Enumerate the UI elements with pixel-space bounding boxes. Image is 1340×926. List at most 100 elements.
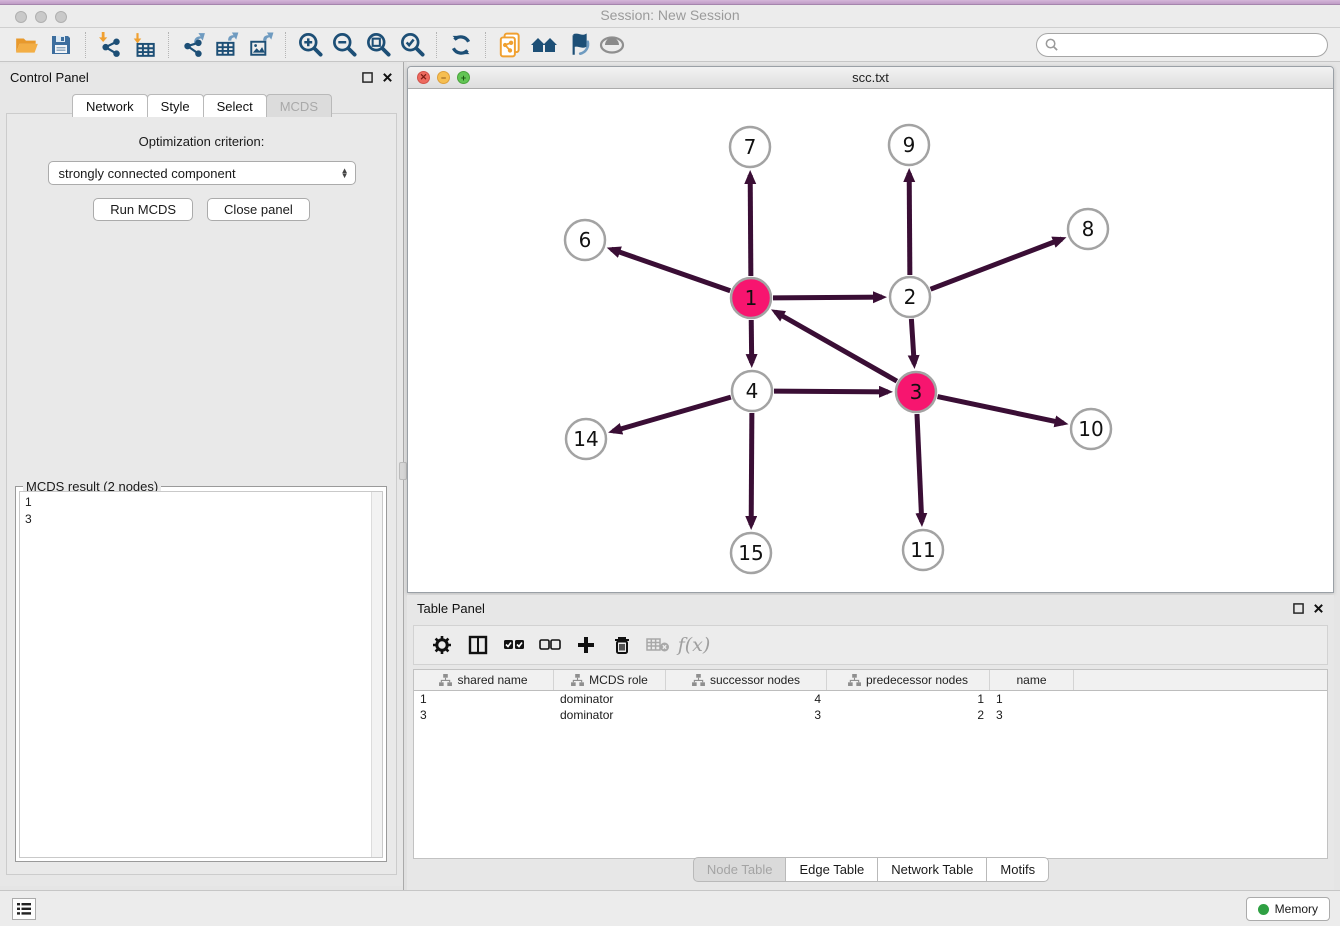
zoom-in-icon[interactable] [293,30,327,60]
search-field[interactable] [1036,33,1328,57]
cell-predecessor-nodes[interactable]: 2 [827,707,990,723]
edge-4-3[interactable] [774,391,888,392]
float-panel-icon[interactable] [361,71,373,83]
graph-node-label-8: 8 [1082,217,1095,241]
column-header-predecessor-nodes[interactable]: predecessor nodes [827,670,990,690]
graph-node-label-9: 9 [903,133,916,157]
edge-3-10[interactable] [938,397,1064,424]
task-history-button[interactable] [12,898,36,920]
edge-2-3[interactable] [911,319,914,364]
delete-table-icon[interactable] [642,629,674,661]
control-panel: Control Panel Network Style Select MCDS … [0,64,403,886]
import-network-icon[interactable] [93,30,127,60]
cell-name[interactable]: 1 [990,691,1074,707]
status-bar: Memory [0,890,1340,926]
cell-shared-name[interactable]: 1 [414,691,554,707]
optimization-criterion-select[interactable]: strongly connected component ▲▼ [48,161,356,185]
window-title: Session: New Session [0,7,1340,23]
export-network-icon[interactable] [176,30,210,60]
open-session-icon[interactable] [10,30,44,60]
edge-3-1[interactable] [775,312,897,381]
edge-2-8[interactable] [931,239,1062,289]
delete-column-icon[interactable] [606,629,638,661]
add-column-icon[interactable] [570,629,602,661]
close-panel-icon[interactable] [381,71,393,83]
edge-2-9[interactable] [909,173,910,275]
show-hide-eye-icon[interactable] [595,30,629,60]
node-table: shared name MCDS role successor nodes pr… [413,669,1328,859]
hide-panels-icon[interactable] [561,30,595,60]
tab-network-table[interactable]: Network Table [877,857,987,882]
graph-node-label-2: 2 [904,285,917,309]
export-table-icon[interactable] [210,30,244,60]
edge-4-15[interactable] [751,413,752,525]
network-graph[interactable]: 7968124314101511 [408,89,1333,592]
main-content: Control Panel Network Style Select MCDS … [0,62,1340,890]
table-panel-header: Table Panel [407,595,1334,621]
tab-select[interactable]: Select [203,94,267,117]
mcds-result-area[interactable]: 1 3 [19,491,383,858]
home-view-icon[interactable] [527,30,561,60]
search-input[interactable] [1059,35,1327,55]
column-header-successor-nodes[interactable]: successor nodes [666,670,827,690]
deselect-all-icon[interactable] [534,629,566,661]
toolbar-separator [168,32,169,58]
cell-mcds-role[interactable]: dominator [554,691,666,707]
toolbar-separator [485,32,486,58]
memory-label: Memory [1275,902,1318,916]
result-scrollbar[interactable] [371,492,382,857]
import-table-icon[interactable] [127,30,161,60]
zoom-selected-icon[interactable] [395,30,429,60]
table-toolbar: f(x) [413,625,1328,665]
export-image-icon[interactable] [244,30,278,60]
toolbar-separator [285,32,286,58]
splitter-handle[interactable] [399,462,407,480]
tab-style[interactable]: Style [147,94,204,117]
tab-motifs[interactable]: Motifs [986,857,1049,882]
edge-1-7[interactable] [750,175,751,276]
close-table-panel-icon[interactable] [1312,602,1324,614]
edge-1-6[interactable] [611,249,730,291]
tab-mcds[interactable]: MCDS [266,94,332,117]
control-panel-header: Control Panel [0,64,403,90]
edge-4-14[interactable] [613,397,731,431]
control-panel-title: Control Panel [10,70,89,85]
optimization-criterion-label: Optimization criterion: [7,134,396,149]
memory-button[interactable]: Memory [1246,897,1330,921]
select-all-icon[interactable] [498,629,530,661]
tab-edge-table[interactable]: Edge Table [785,857,878,882]
table-settings-gear-icon[interactable] [426,629,458,661]
zoom-out-icon[interactable] [327,30,361,60]
network-window-titlebar[interactable]: ✕ − + scc.txt [408,67,1333,89]
select-stepper-icon: ▲▼ [341,168,349,178]
graph-node-label-6: 6 [579,228,592,252]
save-session-icon[interactable] [44,30,78,60]
table-row[interactable]: 3 dominator 3 2 3 [414,707,1327,723]
run-mcds-button[interactable]: Run MCDS [93,198,193,221]
main-toolbar [0,28,1340,62]
cell-shared-name[interactable]: 3 [414,707,554,723]
refresh-icon[interactable] [444,30,478,60]
clone-network-icon[interactable] [493,30,527,60]
cell-successor-nodes[interactable]: 3 [666,707,827,723]
tab-network[interactable]: Network [72,94,148,117]
edge-3-11[interactable] [917,414,922,522]
edge-1-2[interactable] [773,297,882,298]
column-header-shared-name[interactable]: shared name [414,670,554,690]
column-layout-icon[interactable] [462,629,494,661]
float-table-panel-icon[interactable] [1292,602,1304,614]
table-row[interactable]: 1 dominator 4 1 1 [414,691,1327,707]
graph-node-label-11: 11 [910,538,935,562]
cell-mcds-role[interactable]: dominator [554,707,666,723]
zoom-fit-icon[interactable] [361,30,395,60]
function-builder-icon[interactable]: f(x) [678,629,710,661]
column-header-name[interactable]: name [990,670,1074,690]
cell-successor-nodes[interactable]: 4 [666,691,827,707]
network-canvas[interactable]: 7968124314101511 [408,89,1333,592]
close-panel-button[interactable]: Close panel [207,198,310,221]
column-header-mcds-role[interactable]: MCDS role [554,670,666,690]
cell-predecessor-nodes[interactable]: 1 [827,691,990,707]
toolbar-separator [85,32,86,58]
cell-name[interactable]: 3 [990,707,1074,723]
tab-node-table[interactable]: Node Table [693,857,787,882]
